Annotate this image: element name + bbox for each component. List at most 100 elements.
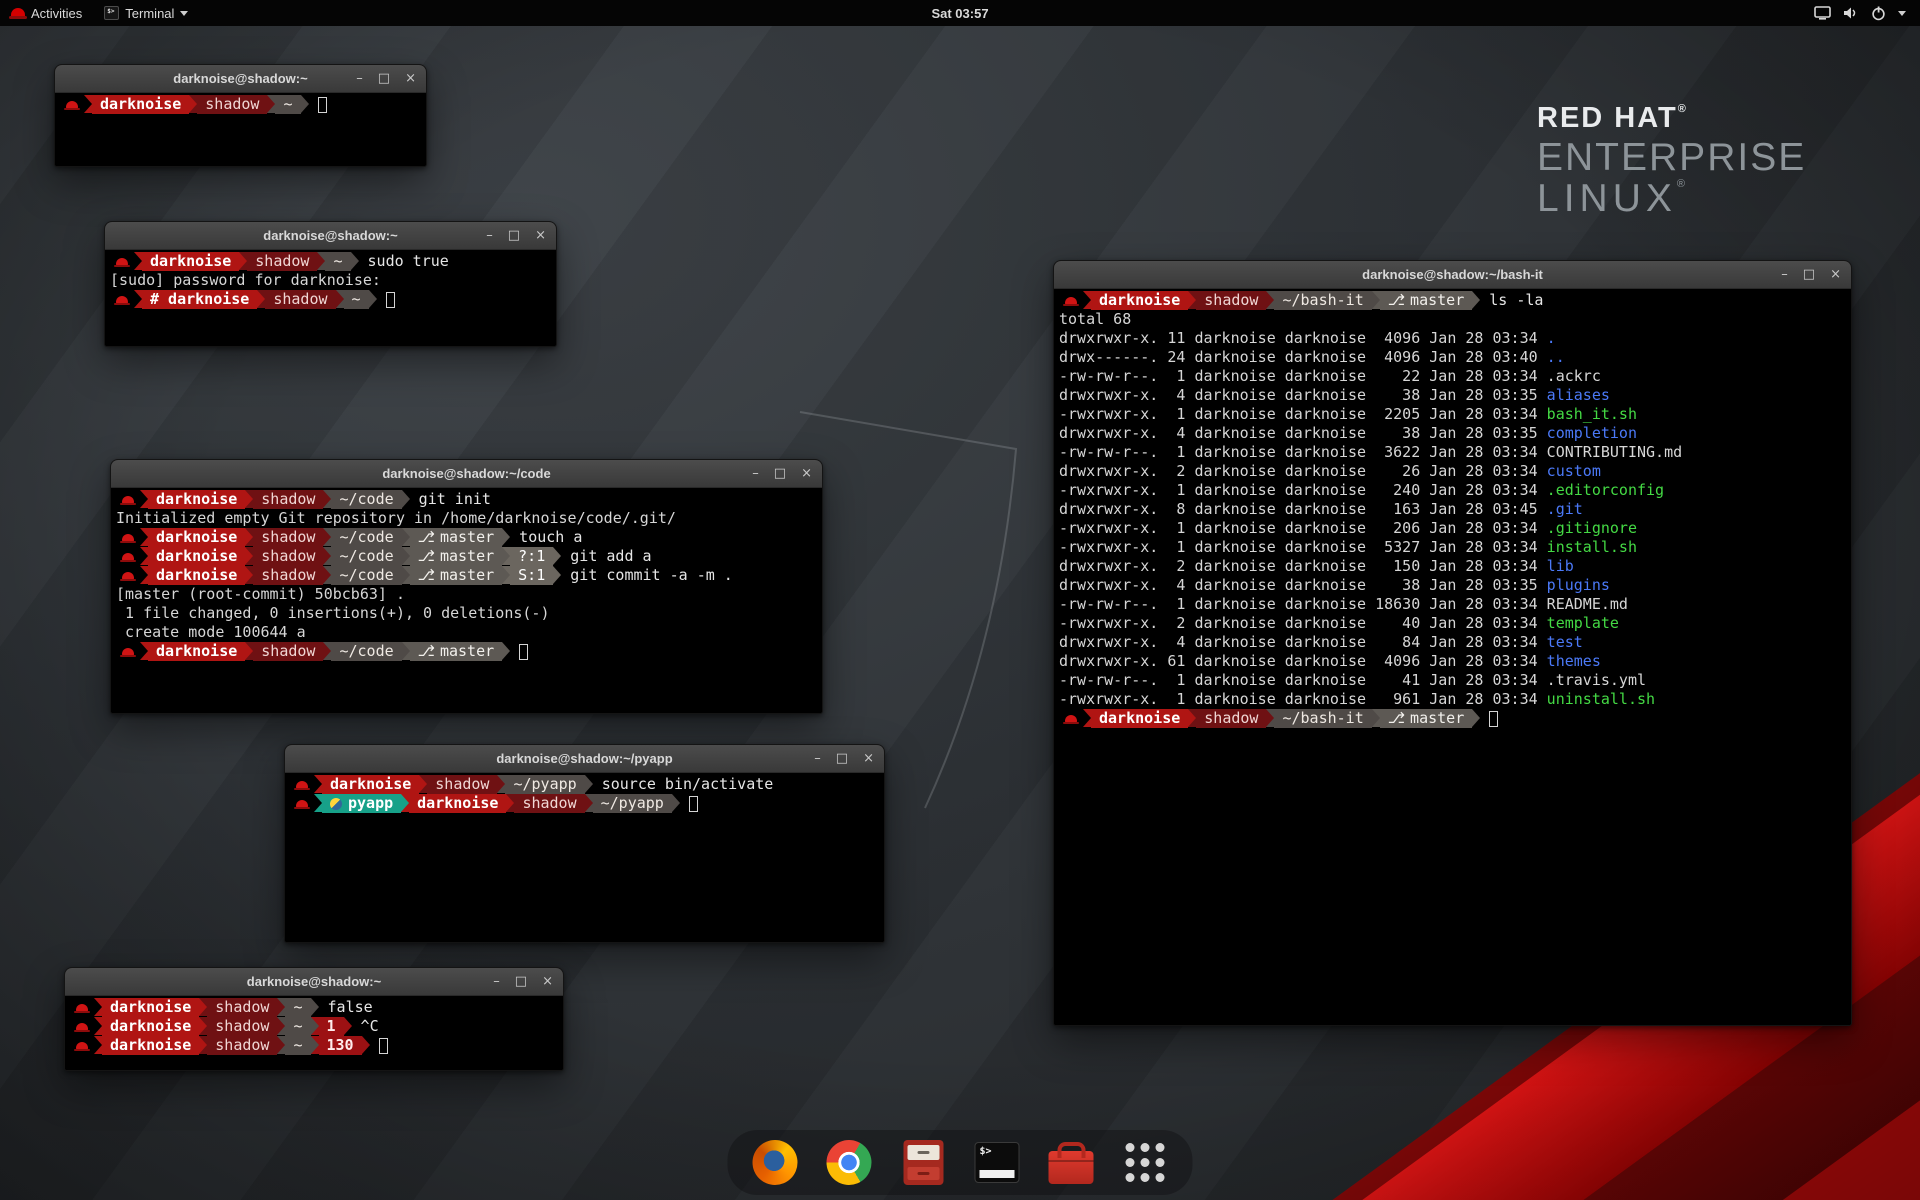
window-maximize-button[interactable]: □ (378, 71, 390, 86)
clock[interactable]: Sat 03:57 (931, 6, 988, 21)
file-name: .git (1547, 500, 1583, 519)
prompt-segment-user: darknoise (102, 1017, 199, 1036)
prompt-segment-status: ?:1 (510, 547, 553, 566)
prompt-segment-host: shadow (247, 252, 317, 271)
prompt-segment-hat (60, 95, 84, 114)
git-branch-icon: ⎇ (418, 566, 435, 585)
terminal-content[interactable]: darknoiseshadow~/code git initInitialize… (111, 488, 822, 713)
file-cabinet-icon (903, 1140, 943, 1185)
window-maximize-button[interactable]: □ (774, 466, 786, 481)
app-grid-icon (1126, 1143, 1165, 1182)
powerline-separator-icon (140, 490, 148, 508)
output-text: -rwxrwxr-x. 2 darknoise darknoise 40 Jan… (1059, 614, 1547, 633)
powerline-separator-icon (1472, 291, 1480, 309)
powerline-separator-icon (344, 1017, 352, 1035)
terminal-output-line: drwxrwxr-x. 4 darknoise darknoise 38 Jan… (1059, 576, 1846, 595)
window-minimize-button[interactable]: – (1781, 267, 1788, 282)
output-text: [master (root-commit) 50bcb63] . (116, 585, 405, 604)
git-branch-icon: ⎇ (418, 547, 435, 566)
powerline-separator-icon (277, 1036, 285, 1054)
window-close-button[interactable]: × (801, 466, 812, 481)
terminal-launcher[interactable]: $> (974, 1139, 1021, 1186)
file-name: custom (1547, 462, 1601, 481)
prompt-segment-user: darknoise (102, 1036, 199, 1055)
terminal-window-sudo[interactable]: darknoise@shadow:~–□×darknoiseshadow~ su… (104, 221, 557, 347)
text-cursor (1489, 711, 1498, 727)
window-titlebar[interactable]: darknoise@shadow:~/pyapp–□× (285, 745, 884, 773)
terminal-content[interactable]: darknoiseshadow~ sudo true[sudo] passwor… (105, 250, 556, 346)
terminal-output-line: total 68 (1059, 310, 1846, 329)
prompt-segment-git: ⎇master (1380, 709, 1472, 728)
powerline-separator-icon (140, 566, 148, 584)
window-close-button[interactable]: × (405, 71, 416, 86)
output-text: -rw-rw-r--. 1 darknoise darknoise 18630 … (1059, 595, 1547, 614)
window-controls: –□ × (478, 968, 553, 995)
terminal-window-home-2[interactable]: darknoise@shadow:~ –□ × darknoiseshadow~ fa… (64, 967, 564, 1071)
output-text: drwxrwxr-x. 8 darknoise darknoise 163 Ja… (1059, 500, 1547, 519)
system-status-area[interactable] (1806, 0, 1914, 26)
terminal-content[interactable]: darknoiseshadow~ (55, 93, 426, 166)
file-name: .editorconfig (1547, 481, 1664, 500)
window-controls: –□ × (471, 222, 546, 249)
prompt-segment-path: ~/code (331, 642, 401, 661)
terminal-window-code[interactable]: darknoise@shadow:~/code–□×darknoiseshado… (110, 459, 823, 714)
terminal-content[interactable]: darknoiseshadow~/pyapp source bin/activa… (285, 773, 884, 942)
window-minimize-button[interactable]: – (752, 466, 759, 481)
window-maximize-button[interactable]: □ (836, 751, 848, 766)
window-minimize-button[interactable]: – (814, 751, 821, 766)
window-titlebar[interactable]: darknoise@shadow:~/code–□× (111, 460, 822, 488)
redhat-icon (66, 101, 78, 109)
show-applications-button[interactable] (1122, 1139, 1169, 1186)
terminal-content[interactable]: darknoiseshadow~ falsedarknoiseshadow~1 … (65, 996, 563, 1070)
window-close-button[interactable]: × (1830, 267, 1841, 282)
toolbox-launcher[interactable] (1048, 1139, 1095, 1186)
window-maximize-button[interactable]: □ (515, 974, 527, 989)
git-branch-icon: ⎇ (1388, 709, 1405, 728)
redhat-icon (76, 1023, 88, 1031)
window-titlebar[interactable]: darknoise@shadow:~ –□ × (65, 968, 563, 996)
window-minimize-button[interactable]: – (356, 71, 363, 86)
file-name: .. (1547, 348, 1565, 367)
window-titlebar[interactable]: darknoise@shadow:~ –□ × (55, 65, 426, 93)
terminal-prompt-line: darknoiseshadow~/pyapp source bin/activa… (290, 775, 879, 794)
window-titlebar[interactable]: darknoise@shadow:~/bash-it–□× (1054, 261, 1851, 289)
powerline-separator-icon (1083, 291, 1091, 309)
command-text: git add a (561, 547, 651, 566)
prompt-segment-hat (290, 775, 314, 794)
activities-button[interactable]: Activities (0, 0, 93, 26)
files-launcher[interactable] (900, 1139, 947, 1186)
window-maximize-button[interactable]: □ (508, 228, 520, 243)
terminal-window-bash-it[interactable]: darknoise@shadow:~/bash-it–□×darknoisesh… (1053, 260, 1852, 1026)
output-text: -rwxrwxr-x. 1 darknoise darknoise 5327 J… (1059, 538, 1547, 557)
terminal-window-pyapp[interactable]: darknoise@shadow:~/pyapp–□×darknoiseshad… (284, 744, 885, 943)
window-minimize-button[interactable]: – (493, 974, 500, 989)
powerline-separator-icon (553, 566, 561, 584)
window-close-button[interactable]: × (542, 974, 553, 989)
window-close-button[interactable]: × (863, 751, 874, 766)
prompt-segment-host: shadow (253, 642, 323, 661)
powerline-separator-icon (585, 775, 593, 793)
powerline-separator-icon (1372, 709, 1380, 727)
powerline-separator-icon (267, 95, 275, 113)
app-menu-terminal[interactable]: $> Terminal (93, 0, 199, 26)
prompt-segment-host: shadow (253, 528, 323, 547)
redhat-icon (122, 572, 134, 580)
terminal-content[interactable]: darknoiseshadow~/bash-it⎇master ls -lato… (1054, 289, 1851, 1025)
terminal-window-home-1[interactable]: darknoise@shadow:~ –□ × darknoiseshadow~ (54, 64, 427, 167)
volume-icon (1843, 6, 1859, 20)
chrome-launcher[interactable] (826, 1139, 873, 1186)
powerline-separator-icon (314, 775, 322, 793)
prompt-segment-user: darknoise (409, 794, 506, 813)
window-title: darknoise@shadow:~ (247, 974, 381, 989)
firefox-launcher[interactable] (752, 1139, 799, 1186)
git-branch-icon: ⎇ (418, 528, 435, 547)
prompt-segment-host: shadow (514, 794, 584, 813)
terminal-prompt-line: darknoiseshadow~/code⎇masterS:1 git comm… (116, 566, 817, 585)
powerline-separator-icon (84, 95, 92, 113)
window-titlebar[interactable]: darknoise@shadow:~–□× (105, 222, 556, 250)
window-maximize-button[interactable]: □ (1803, 267, 1815, 282)
window-minimize-button[interactable]: – (486, 228, 493, 243)
top-bar-left: Activities $> Terminal (0, 0, 199, 26)
window-title: darknoise@shadow:~ (173, 71, 307, 86)
window-close-button[interactable]: × (535, 228, 546, 243)
